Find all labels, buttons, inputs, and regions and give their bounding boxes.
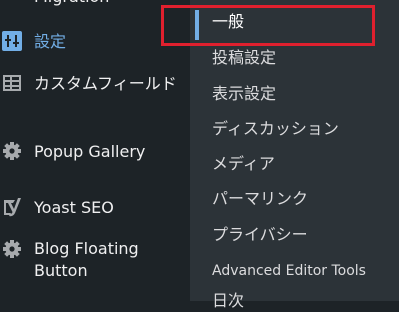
submenu-item-reading[interactable]: 表示設定 [212,83,276,105]
submenu-item-advanced-editor-tools[interactable]: Advanced Editor Tools [212,260,366,282]
sidebar-item-label: Yoast SEO [34,198,114,217]
settings-sliders-icon [2,31,22,51]
sidebar-item-yoast-seo[interactable]: Yoast SEO [0,196,190,220]
gear-icon [3,240,21,258]
submenu-item-media[interactable]: メディア [212,153,275,175]
highlight-annotation [161,5,375,46]
sidebar-item-label: 設定 [34,32,67,51]
submenu-item-daily[interactable]: 日次 [212,290,244,312]
gear-icon [3,142,21,160]
submenu-item-discussion[interactable]: ディスカッション [212,118,339,140]
submenu-item-privacy[interactable]: プライバシー [212,224,308,246]
sidebar-item-blog-floating-button[interactable]: Blog Floating Button [0,238,190,284]
submenu-item-permalinks[interactable]: パーマリンク [212,188,308,210]
sidebar-item-label: Blog Floating Button [34,239,139,280]
table-icon [3,75,21,91]
sidebar-item-label: Popup Gallery [34,142,146,161]
sidebar-item-custom-fields[interactable]: カスタムフィールド [0,72,190,118]
sidebar-item-label: カスタムフィールド [34,74,177,93]
sidebar-item-label: Migration [34,0,109,8]
sidebar-item-popup-gallery[interactable]: Popup Gallery [0,140,190,164]
yoast-icon [4,198,21,217]
submenu-item-writing[interactable]: 投稿設定 [212,47,276,69]
